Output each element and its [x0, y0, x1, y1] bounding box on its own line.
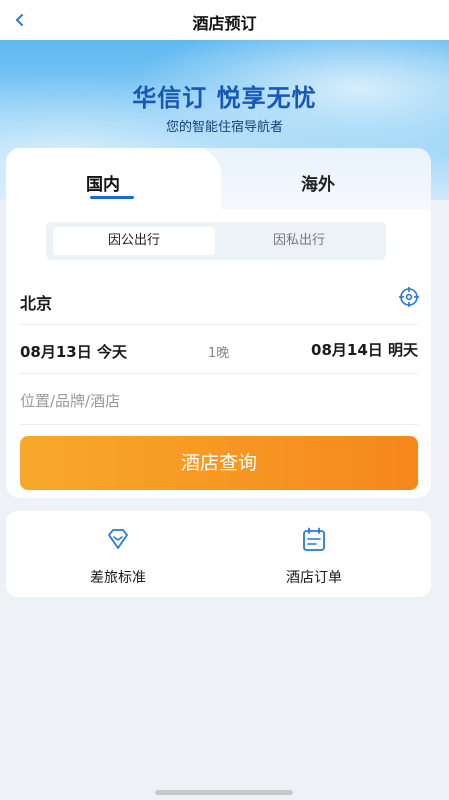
top-bar: 酒店预订 [0, 0, 449, 40]
hotel-orders-label: 酒店订单 [286, 570, 342, 586]
check-in-date[interactable]: 08月13日 今天 [20, 341, 127, 362]
hero-headline: 华信订 悦享无忧 [132, 84, 317, 112]
tab-overseas[interactable]: 海外 [301, 170, 335, 195]
trip-type-switch: 因公出行 因私出行 [46, 222, 386, 260]
travel-standard-link[interactable]: 差旅标准 [48, 525, 188, 587]
keyword-row: 位置/品牌/酒店 [20, 374, 418, 425]
trip-type-private[interactable]: 因私出行 [218, 227, 380, 255]
trip-type-business[interactable]: 因公出行 [53, 227, 215, 255]
diamond-icon [108, 529, 128, 549]
home-indicator[interactable] [155, 790, 293, 795]
city-selector[interactable]: 北京 [20, 290, 52, 314]
date-row: 08月13日 今天 1晚 08月14日 明天 [20, 325, 418, 374]
tab-active-indicator [90, 196, 134, 199]
nights-count: 1晚 [208, 346, 230, 361]
search-card: 国内 海外 因公出行 因私出行 北京 08月13日 今天 1晚 08月14日 明… [6, 148, 431, 498]
page-title: 酒店预订 [192, 14, 257, 33]
locate-icon[interactable] [398, 286, 420, 308]
keyword-input[interactable]: 位置/品牌/酒店 [20, 390, 120, 411]
hotel-orders-link[interactable]: 酒店订单 [244, 525, 384, 587]
calendar-list-icon [303, 527, 325, 551]
hero-subtitle: 您的智能住宿导航者 [165, 120, 283, 135]
check-out-date[interactable]: 08月14日 明天 [311, 339, 418, 360]
city-row: 北京 [20, 276, 420, 325]
quick-links: 差旅标准 酒店订单 [6, 511, 431, 597]
travel-standard-label: 差旅标准 [90, 570, 146, 586]
region-tabs: 国内 海外 [6, 148, 431, 210]
tab-domestic[interactable]: 国内 [86, 170, 120, 195]
hotel-search-button[interactable]: 酒店查询 [20, 436, 418, 490]
